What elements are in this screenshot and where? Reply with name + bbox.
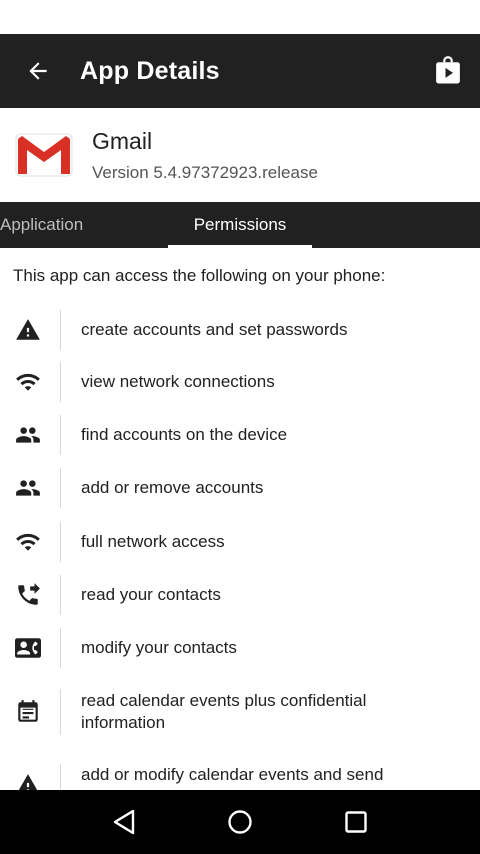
- divider: [60, 575, 61, 615]
- divider: [60, 468, 61, 508]
- list-item: create accounts and set passwords: [0, 310, 480, 350]
- nav-home-icon: [228, 810, 252, 834]
- warning-icon: [16, 319, 40, 340]
- arrow-left-icon: [29, 62, 47, 80]
- list-item: read your contacts: [0, 575, 480, 615]
- permission-label: modify your contacts: [81, 638, 237, 657]
- list-item: view network connections: [0, 362, 480, 402]
- list-item: modify your contacts: [0, 628, 480, 668]
- page-title: App Details: [80, 56, 220, 85]
- navigation-bar: [0, 790, 480, 854]
- app-version: Version 5.4.97372923.release: [92, 162, 318, 182]
- permission-label: add or remove accounts: [81, 478, 264, 497]
- list-item: full network access: [0, 522, 480, 562]
- list-item: find accounts on the device: [0, 415, 480, 455]
- divider: [60, 764, 61, 790]
- tab-bar: Application Permissions: [0, 202, 480, 248]
- wifi-icon: [16, 533, 40, 551]
- nav-back-button[interactable]: [104, 802, 144, 842]
- status-bar: [0, 0, 480, 34]
- permission-label: full network access: [81, 532, 225, 551]
- app-info: Gmail Version 5.4.97372923.release: [92, 128, 318, 183]
- wifi-icon: [16, 373, 40, 391]
- nav-home-button[interactable]: [220, 802, 260, 842]
- tab-permissions[interactable]: Permissions: [168, 202, 312, 248]
- permission-label: create accounts and set passwords: [81, 320, 348, 339]
- app-bar: App Details: [0, 34, 480, 108]
- people-icon: [16, 480, 40, 496]
- app-header: Gmail Version 5.4.97372923.release: [0, 108, 480, 202]
- contact-card-icon: [15, 638, 41, 658]
- phone-forward-icon: [18, 583, 40, 605]
- divider: [60, 628, 61, 668]
- permissions-intro: This app can access the following on you…: [13, 266, 386, 285]
- nav-recents-button[interactable]: [336, 802, 376, 842]
- divider: [60, 689, 61, 735]
- back-button[interactable]: [0, 34, 72, 108]
- app-name: Gmail: [92, 127, 153, 154]
- play-store-icon: [436, 56, 460, 84]
- permission-label: find accounts on the device: [81, 425, 288, 444]
- divider: [60, 362, 61, 402]
- list-item: add or modify calendar events and send: [0, 764, 480, 790]
- gmail-icon: [15, 133, 73, 177]
- calendar-icon: [18, 700, 38, 722]
- warning-icon: [18, 774, 38, 790]
- permission-label: add or modify calendar events and send: [81, 765, 384, 784]
- nav-recents-icon: [345, 811, 367, 833]
- people-icon: [16, 427, 40, 443]
- nav-back-icon: [113, 809, 135, 835]
- permission-label: read calendar events plus confidential i…: [81, 691, 367, 732]
- permission-label: view network connections: [81, 372, 275, 391]
- open-in-store-button[interactable]: [416, 34, 480, 108]
- list-item: read calendar events plus confidential i…: [0, 688, 480, 736]
- divider: [60, 310, 61, 350]
- permissions-list[interactable]: This app can access the following on you…: [0, 248, 480, 790]
- divider: [60, 415, 61, 455]
- divider: [60, 522, 61, 562]
- permission-label: read your contacts: [81, 585, 221, 604]
- list-item: add or remove accounts: [0, 468, 480, 508]
- tab-application[interactable]: Application: [0, 202, 140, 248]
